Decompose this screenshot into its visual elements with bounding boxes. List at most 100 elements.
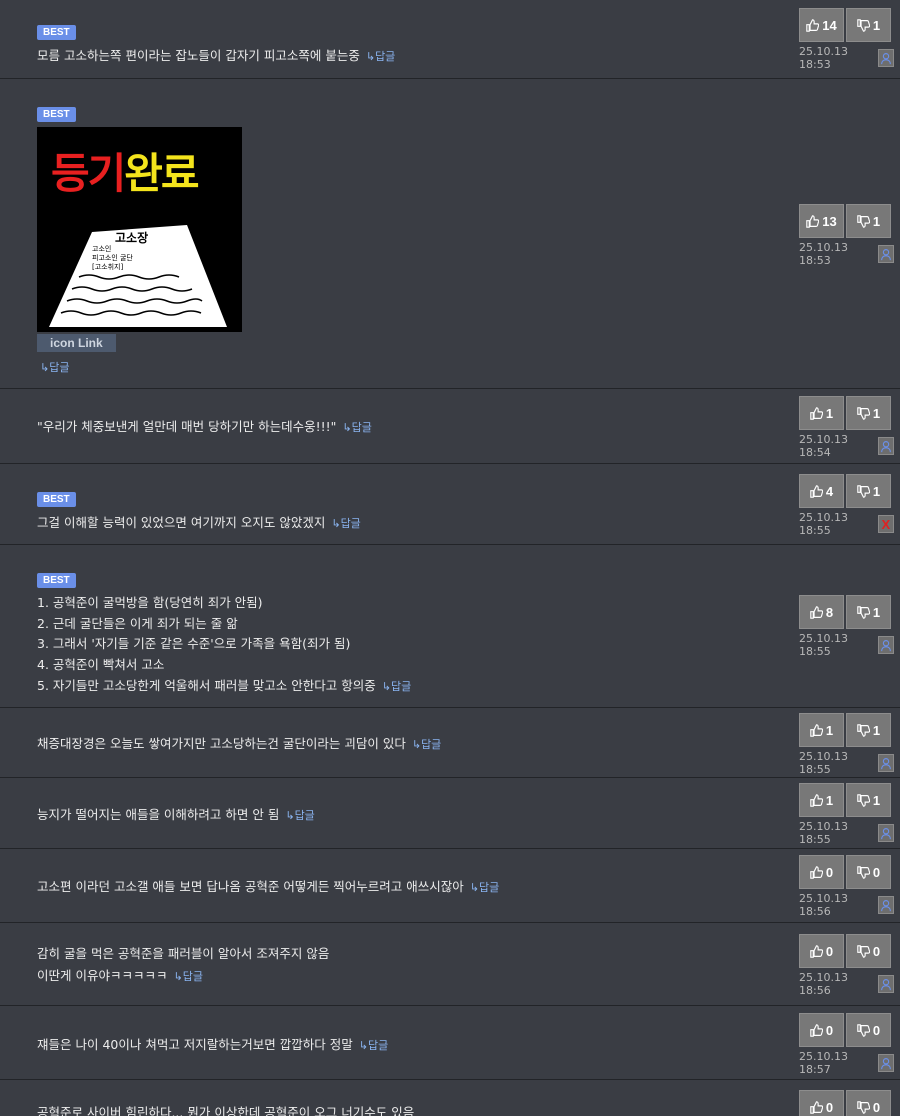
comment-text-line: 1. 공혁준이 굴먹방을 함(당연히 죄가 안됨): [37, 595, 263, 610]
upvote-button[interactable]: 0: [799, 1090, 844, 1116]
upvote-button[interactable]: 14: [799, 8, 844, 42]
thumbs-up-icon: [810, 944, 823, 958]
upvote-button[interactable]: 1: [799, 783, 844, 817]
comment-text: 고소편 이라던 고소갤 애들 보면 답나옴 공혁준 어떻게든 찍어누르려고 애쓰…: [37, 879, 464, 894]
reply-arrow-icon: ↳: [173, 969, 183, 983]
reply-link[interactable]: ↳답글: [173, 970, 202, 983]
user-icon[interactable]: [877, 245, 894, 263]
upvote-count: 0: [825, 864, 834, 880]
reply-arrow-icon: ↳: [365, 50, 376, 63]
comment-date: 25.10.13 18:55: [799, 632, 848, 658]
upvote-button[interactable]: 13: [799, 204, 844, 238]
reply-arrow-icon: ↳: [40, 361, 50, 374]
comment-text: 그걸 이해할 능력이 있었으면 여기까지 오지도 않았겠지: [37, 515, 326, 530]
blocked-user-icon[interactable]: X: [877, 515, 894, 533]
downvote-button[interactable]: 1: [846, 595, 891, 629]
comment-text: "우리가 체중보낸게 얼만데 매번 당하기만 하는데수웅!!!": [37, 419, 337, 434]
reply-arrow-icon: ↳: [358, 1039, 368, 1052]
best-badge: BEST: [37, 492, 76, 507]
downvote-button[interactable]: 1: [846, 713, 891, 747]
comment-date: 25.10.13 18:56: [799, 892, 848, 918]
thumbs-down-icon: [857, 18, 870, 32]
thumbs-down-icon: [857, 214, 870, 228]
downvote-button[interactable]: 0: [846, 934, 891, 968]
downvote-button[interactable]: 1: [846, 204, 891, 238]
reply-arrow-icon: ↳: [469, 881, 479, 894]
thumbs-down-icon: [857, 793, 870, 807]
upvote-count: 13: [822, 213, 837, 229]
reply-arrow-icon: ↳: [411, 738, 422, 751]
upvote-button[interactable]: 8: [799, 595, 844, 629]
comment-date: 25.10.13 18:57: [799, 1050, 848, 1076]
thumbs-down-icon: [857, 944, 870, 958]
downvote-button[interactable]: 1: [846, 396, 891, 430]
thumbs-up-icon: [810, 1023, 823, 1037]
reply-link[interactable]: ↳답글: [412, 738, 441, 751]
user-icon[interactable]: [877, 636, 894, 654]
thumbs-down-icon: [857, 1100, 870, 1114]
upvote-button[interactable]: 1: [799, 713, 844, 747]
comment-item: BEST 1. 공혁준이 굴먹방을 함(당연히 죄가 안됨) 2. 근데 굴단들…: [0, 545, 900, 708]
thumbs-up-icon: [810, 793, 823, 807]
upvote-count: 1: [825, 405, 834, 421]
upvote-count: 8: [825, 604, 834, 620]
downvote-count: 0: [872, 1022, 881, 1038]
thumbs-up-icon: [810, 406, 823, 420]
comment-item: 고소편 이라던 고소갤 애들 보면 답나옴 공혁준 어떻게든 찍어누르려고 애쓰…: [0, 849, 900, 923]
upvote-button[interactable]: 0: [799, 934, 844, 968]
downvote-button[interactable]: 0: [846, 855, 891, 889]
user-icon[interactable]: [877, 824, 894, 842]
downvote-button[interactable]: 0: [846, 1090, 891, 1116]
user-icon[interactable]: [877, 975, 894, 993]
downvote-button[interactable]: 0: [846, 1013, 891, 1047]
thumbs-up-icon: [806, 18, 820, 32]
comment-date: 25.10.13 18:56: [799, 971, 848, 997]
upvote-count: 14: [822, 17, 837, 33]
comment-text-line: 5. 자기들만 고소당한게 억울해서 패러블 맞고소 안한다고 항의중: [37, 678, 376, 693]
downvote-button[interactable]: 1: [846, 783, 891, 817]
reply-link[interactable]: ↳답글: [342, 421, 371, 434]
reply-link[interactable]: ↳답글: [285, 809, 314, 822]
thumbs-down-icon: [857, 865, 870, 879]
downvote-count: 1: [872, 483, 881, 499]
comment-text: 채증대장경은 오늘도 쌓여가지만 고소당하는건 굴단이라는 괴담이 있다: [37, 736, 406, 751]
user-icon[interactable]: [877, 49, 894, 67]
comment-item: "우리가 체중보낸게 얼만데 매번 당하기만 하는데수웅!!!" ↳답글 1 1 …: [0, 389, 900, 464]
reply-link[interactable]: ↳답글: [382, 680, 411, 693]
user-icon[interactable]: [877, 754, 894, 772]
reply-link[interactable]: ↳답글: [470, 881, 499, 894]
upvote-button[interactable]: 0: [799, 855, 844, 889]
best-badge: BEST: [37, 25, 76, 40]
downvote-count: 1: [872, 792, 881, 808]
user-icon[interactable]: [877, 437, 894, 455]
comment-text-line: 4. 공혁준이 빡쳐서 고소: [37, 656, 165, 672]
thumbs-up-icon: [810, 865, 823, 879]
upvote-button[interactable]: 0: [799, 1013, 844, 1047]
downvote-button[interactable]: 1: [846, 8, 891, 42]
upvote-count: 0: [825, 1099, 834, 1115]
thumbs-up-icon: [810, 605, 823, 619]
icon-link-button[interactable]: icon Link: [37, 334, 116, 352]
comment-item: BEST 모름 고소하는쪽 편이라는 잡노들이 갑자기 피고소쪽에 붙는중 ↳답글…: [0, 0, 900, 79]
reply-link[interactable]: ↳답글: [40, 361, 69, 374]
thumbs-up-icon: [810, 1100, 823, 1114]
downvote-count: 1: [872, 213, 881, 229]
reply-link[interactable]: ↳답글: [366, 50, 395, 63]
upvote-button[interactable]: 1: [799, 396, 844, 430]
comment-item: BEST 그걸 이해할 능력이 있었으면 여기까지 오지도 않았겠지 ↳답글 4 …: [0, 464, 900, 545]
comment-item: 공혁준로 사이버 힘린하다... 뭔가 이상한데 공혁준이 오그 너기수도 있음…: [0, 1080, 900, 1116]
thumbs-down-icon: [857, 605, 870, 619]
reply-link[interactable]: ↳답글: [359, 1039, 388, 1052]
comment-text: 능지가 떨어지는 애들을 이해하려고 하면 안 됨: [37, 807, 280, 822]
thumbs-up-icon: [806, 214, 820, 228]
comment-date: 25.10.13 18:54: [799, 433, 848, 459]
downvote-count: 0: [872, 864, 881, 880]
downvote-button[interactable]: 1: [846, 474, 891, 508]
reply-link[interactable]: ↳답글: [331, 517, 360, 530]
upvote-count: 4: [825, 483, 834, 499]
upvote-button[interactable]: 4: [799, 474, 844, 508]
comment-image[interactable]: 등기완료 고소장 고소인 피고소인 굴단 [고소취지]: [37, 127, 242, 332]
comment-date: 25.10.13 18:53: [799, 45, 848, 71]
user-icon[interactable]: [877, 896, 894, 914]
user-icon[interactable]: [877, 1054, 894, 1072]
